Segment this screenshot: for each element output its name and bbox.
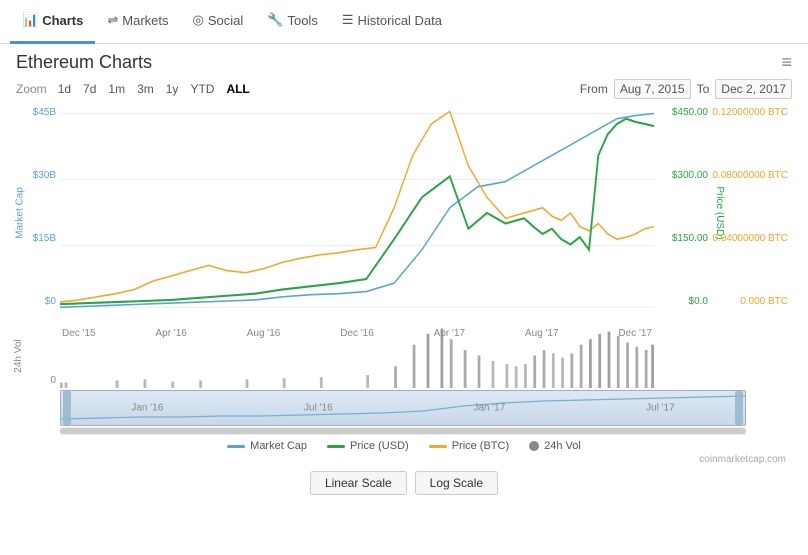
nav-item-tools[interactable]: 🔧 Tools — [255, 0, 330, 44]
date-range: From Aug 7, 2015 To Dec 2, 2017 — [580, 79, 792, 99]
nav-handle-left[interactable] — [63, 391, 71, 425]
log-scale-button[interactable]: Log Scale — [415, 471, 498, 495]
zoom-7d[interactable]: 7d — [78, 80, 101, 98]
nav-label-markets: Markets — [122, 13, 168, 28]
legend-color-priceusd — [327, 445, 345, 448]
legend-label-pricebtc: Price (BTC) — [452, 440, 509, 452]
nav-label-historical: Historical Data — [357, 13, 442, 28]
legend-color-pricebtc — [429, 445, 447, 448]
markets-icon: ⇌ — [107, 12, 118, 28]
nav-label-tools: Tools — [287, 13, 317, 28]
zoom-1m[interactable]: 1m — [103, 80, 130, 98]
hamburger-icon[interactable]: ≡ — [781, 52, 792, 73]
from-date[interactable]: Aug 7, 2015 — [614, 79, 691, 99]
to-label: To — [697, 82, 710, 96]
vol-svg-wrapper: Dec '15 Apr '16 Aug '16 Dec '16 Apr '17 … — [60, 323, 654, 388]
nav-item-markets[interactable]: ⇌ Markets — [95, 0, 180, 44]
scale-buttons: Linear Scale Log Scale — [0, 467, 808, 501]
source-attribution: coinmarketcap.com — [0, 454, 808, 467]
top-nav: 📊 Charts ⇌ Markets ◎ Social 🔧 Tools ☰ Hi… — [0, 0, 808, 44]
zoom-label: Zoom — [16, 82, 47, 96]
zoom-ytd[interactable]: YTD — [185, 80, 219, 98]
y-axis-left: Market Cap $45B $30B $15B $0 — [16, 103, 60, 323]
zoom-controls: Zoom 1d 7d 1m 3m 1y YTD ALL — [16, 80, 255, 98]
main-chart-area: Market Cap $45B $30B $15B $0 Dec '15 Apr… — [16, 103, 792, 323]
y-axis-right-btc: Price (BTC) 0.12000000 BTC 0.08000000 BT… — [712, 103, 792, 323]
legend-label-vol: 24h Vol — [544, 440, 581, 452]
linear-scale-button[interactable]: Linear Scale — [310, 471, 407, 495]
legend-color-vol — [529, 441, 539, 451]
nav-handle-right[interactable] — [735, 391, 743, 425]
legend-label-priceusd: Price (USD) — [350, 440, 409, 452]
chart-svg-wrapper: Dec '15 Apr '16 Aug '16 Dec '16 Apr '17 … — [60, 103, 654, 323]
zoom-1y[interactable]: 1y — [161, 80, 184, 98]
zoom-bar: Zoom 1d 7d 1m 3m 1y YTD ALL From Aug 7, … — [0, 77, 808, 103]
scrollbar[interactable] — [60, 427, 746, 435]
zoom-all[interactable]: ALL — [221, 80, 254, 98]
legend: Market Cap Price (USD) Price (BTC) 24h V… — [0, 435, 808, 454]
volume-svg — [60, 323, 654, 388]
legend-item-priceusd: Price (USD) — [327, 440, 409, 452]
charts-icon: 📊 — [22, 12, 38, 28]
social-icon: ◎ — [193, 12, 204, 28]
volume-chart-area: 24h Vol 0 — [16, 323, 792, 388]
nav-item-historical[interactable]: ☰ Historical Data — [330, 0, 454, 44]
historical-icon: ☰ — [342, 12, 354, 28]
legend-item-marketcap: Market Cap — [227, 440, 307, 452]
y-axis-right-usd: Price (USD) $450.00 $300.00 $150.00 $0.0 — [654, 103, 712, 323]
scrollbar-thumb[interactable] — [60, 428, 746, 434]
nav-label-social: Social — [208, 13, 243, 28]
page-header: Ethereum Charts ≡ — [0, 44, 808, 77]
nav-label-charts: Charts — [42, 13, 83, 28]
from-label: From — [580, 82, 608, 96]
legend-item-vol: 24h Vol — [529, 440, 581, 452]
navigator: Jan '16 Jul '16 Jan '17 Jul '17 — [60, 390, 746, 426]
zoom-1d[interactable]: 1d — [53, 80, 76, 98]
vol-y-axis: 24h Vol 0 — [16, 323, 60, 388]
legend-item-pricebtc: Price (BTC) — [429, 440, 509, 452]
page-title: Ethereum Charts — [16, 52, 152, 73]
to-date[interactable]: Dec 2, 2017 — [715, 79, 792, 99]
main-chart-svg — [60, 103, 654, 323]
legend-color-marketcap — [227, 445, 245, 448]
nav-item-social[interactable]: ◎ Social — [181, 0, 256, 44]
axis-label-marketcap: Market Cap — [14, 187, 25, 239]
legend-label-marketcap: Market Cap — [250, 440, 307, 452]
tools-icon: 🔧 — [267, 12, 283, 28]
navigator-svg — [61, 391, 745, 425]
vol-label: 24h Vol — [13, 339, 24, 372]
nav-item-charts[interactable]: 📊 Charts — [10, 0, 95, 44]
zoom-3m[interactable]: 3m — [132, 80, 159, 98]
